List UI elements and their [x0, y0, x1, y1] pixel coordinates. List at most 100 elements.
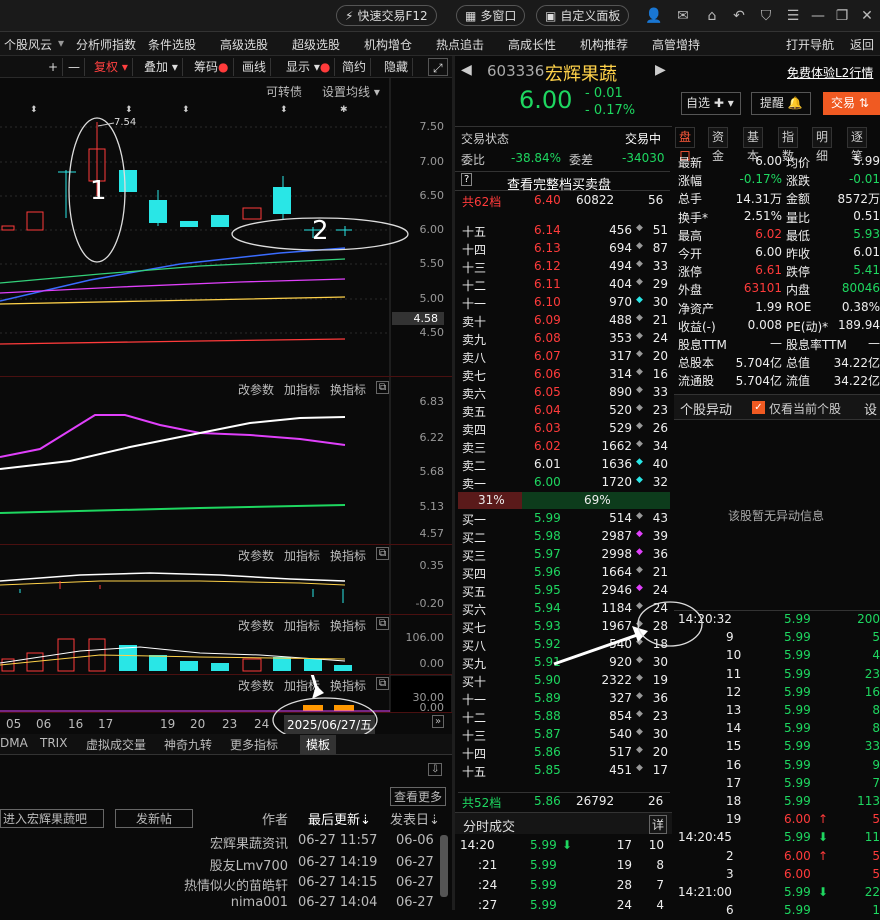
- prev-stock-icon[interactable]: ◀: [461, 62, 472, 78]
- menu-item[interactable]: 个股风云: [4, 36, 52, 53]
- scroll-right-icon[interactable]: »: [432, 715, 445, 728]
- ask-level-row[interactable]: 卖十 6.09 488 ◆ 21: [458, 312, 670, 330]
- tab-quote-4[interactable]: 明细: [812, 127, 833, 163]
- menu-item[interactable]: 高管增持: [652, 36, 700, 53]
- ask-level-row[interactable]: 卖三 6.02 1662 ◆ 34: [458, 438, 670, 456]
- last-update-header[interactable]: 最后更新⇣: [308, 809, 371, 828]
- bid-level-row[interactable]: 十二 5.88 854 ◆ 23: [458, 708, 670, 726]
- indicator-pane-2[interactable]: 改参数 加指标 换指标 ⧉ 6.83 6.22 5.68 5.13 4.57: [0, 376, 452, 545]
- restore-icon[interactable]: ❐: [833, 7, 851, 25]
- ask-level-row[interactable]: 卖一 6.00 1720 ◆ 32: [458, 474, 670, 492]
- shirt-icon[interactable]: ⛉: [757, 7, 775, 25]
- mail-icon[interactable]: ✉: [674, 7, 692, 25]
- tab-more-indicators[interactable]: 更多指标: [230, 736, 278, 753]
- indicator-pane-3[interactable]: 改参数 加指标 换指标 ⧉ 0.35 -0.20: [0, 544, 452, 615]
- l2-trial-link[interactable]: 免费体验L2行情: [787, 64, 873, 81]
- volume-pane[interactable]: 改参数 加指标 换指标 ⧉ 106.00 0.00: [0, 614, 452, 675]
- new-post-button[interactable]: 发新帖: [115, 809, 193, 828]
- menu-item[interactable]: 条件选股: [148, 36, 196, 53]
- minimize-icon[interactable]: —: [809, 7, 827, 25]
- fullscreen-icon[interactable]: ⤢: [428, 58, 448, 76]
- overlay-button[interactable]: 叠加 ▾: [140, 58, 183, 76]
- news-row[interactable]: 热情似火的苗皓轩 06-27 14:15 06-27: [0, 875, 440, 894]
- ask-level-row[interactable]: 卖九 6.08 353 ◆ 24: [458, 330, 670, 348]
- bid-level-row[interactable]: 十三 5.87 540 ◆ 30: [458, 726, 670, 744]
- menu-icon[interactable]: ☰: [784, 7, 802, 25]
- news-row[interactable]: 股友Lmv700 06-27 14:19 06-27: [0, 855, 440, 874]
- next-stock-icon[interactable]: ▶: [655, 62, 666, 78]
- post-date-header[interactable]: 发表日⇣: [390, 809, 440, 828]
- tab-virtual-volume[interactable]: 虚拟成交量: [86, 736, 146, 753]
- user-icon[interactable]: 👤: [645, 7, 663, 25]
- view-full-depth-button[interactable]: ? 查看完整档买卖盘: [455, 171, 670, 193]
- close-icon[interactable]: ✕: [858, 7, 876, 25]
- display-button[interactable]: 显示 ▾●: [282, 58, 336, 76]
- bid-level-row[interactable]: 买四 5.96 1664 ◆ 21: [458, 564, 670, 582]
- hide-button[interactable]: 隐藏: [380, 58, 414, 76]
- bid-level-row[interactable]: 十四 5.86 517 ◆ 20: [458, 744, 670, 762]
- tab-template[interactable]: 模板: [300, 735, 337, 754]
- simple-button[interactable]: 简约: [338, 58, 372, 76]
- back-button[interactable]: 返回: [850, 36, 874, 53]
- trade-button[interactable]: 交易 ⇅: [823, 92, 880, 115]
- ask-level-row[interactable]: 卖四 6.03 529 ◆ 26: [458, 420, 670, 438]
- ask-level-row[interactable]: 卖二 6.01 1636 ◆ 40: [458, 456, 670, 474]
- open-nav-button[interactable]: 打开导航: [786, 36, 834, 53]
- ask-level-row[interactable]: 卖五 6.04 520 ◆ 23: [458, 402, 670, 420]
- menu-item[interactable]: 机构推荐: [580, 36, 628, 53]
- tab-quote-1[interactable]: 资金: [708, 127, 729, 163]
- indicator-pane-5[interactable]: 改参数 加指标 换指标 ⧉ 30.00 0.00: [0, 674, 452, 714]
- ask-level-row[interactable]: 十二 6.11 404 ◆ 29: [458, 276, 670, 294]
- ask-level-row[interactable]: 卖六 6.05 890 ◆ 33: [458, 384, 670, 402]
- candlestick-pane[interactable]: 可转债 设置均线 ▾ ⬍ ⬍ ⬍ ⬍ ✱ 7.54 1 2 7.50 7.00 6.50…: [0, 78, 452, 376]
- news-row[interactable]: nima001 06-27 14:04 06-27: [0, 895, 440, 913]
- zoom-out-button[interactable]: —: [64, 58, 85, 76]
- bid-level-row[interactable]: 买二 5.98 2987 ◆ 39: [458, 528, 670, 546]
- tab-quote-5[interactable]: 逐笔: [847, 127, 868, 163]
- custom-panel-button[interactable]: ▣ 自定义面板: [536, 5, 630, 26]
- bid-level-row[interactable]: 十五 5.85 451 ◆ 17: [458, 762, 670, 780]
- ask-level-row[interactable]: 十四 6.13 694 ◆ 87: [458, 240, 670, 258]
- detail-button[interactable]: 详: [649, 815, 668, 834]
- ask-level-row[interactable]: 卖八 6.07 317 ◆ 20: [458, 348, 670, 366]
- zoom-in-button[interactable]: +: [44, 58, 64, 76]
- tab-dma[interactable]: DMA: [0, 736, 28, 750]
- chip-button[interactable]: 筹码●: [190, 58, 234, 76]
- ask-level-row[interactable]: 十三 6.12 494 ◆ 33: [458, 258, 670, 276]
- menu-item[interactable]: 机构增仓: [364, 36, 412, 53]
- quick-trade-button[interactable]: ⚡ 快速交易F12: [336, 5, 437, 26]
- restore-right-button[interactable]: 复权 ▾: [90, 58, 133, 76]
- bid-level-row[interactable]: 买十 5.90 2322 ◆ 19: [458, 672, 670, 690]
- undo-icon[interactable]: ↶: [730, 7, 748, 25]
- menu-item[interactable]: 高成长性: [508, 36, 556, 53]
- download-icon[interactable]: ⇩: [428, 763, 443, 776]
- dropdown-icon[interactable]: ▾: [58, 36, 64, 50]
- tab-quote-3[interactable]: 指数: [778, 127, 799, 163]
- menu-item[interactable]: 分析师指数: [76, 36, 136, 53]
- checkbox-checked[interactable]: ✓: [752, 401, 765, 414]
- bid-level-row[interactable]: 买一 5.99 514 ◆ 43: [458, 510, 670, 528]
- tab-quote-2[interactable]: 基本: [743, 127, 764, 163]
- news-scrollbar[interactable]: [440, 835, 448, 897]
- alert-button[interactable]: 提醒 🔔: [751, 92, 811, 115]
- enter-bar-button[interactable]: 进入宏辉果蔬吧: [0, 809, 104, 828]
- news-row[interactable]: 宏辉果蔬资讯 06-27 11:57 06-06: [0, 833, 440, 852]
- tab-magic-nine[interactable]: 神奇九转: [164, 736, 212, 753]
- bid-level-row[interactable]: 买三 5.97 2998 ◆ 36: [458, 546, 670, 564]
- menu-item[interactable]: 超级选股: [292, 36, 340, 53]
- view-more-button[interactable]: 查看更多: [390, 787, 447, 806]
- tab-quote-0[interactable]: 盘口: [675, 127, 696, 163]
- multi-window-button[interactable]: ▦ 多窗口: [456, 5, 526, 26]
- bid-level-row[interactable]: 十一 5.89 327 ◆ 36: [458, 690, 670, 708]
- watchlist-button[interactable]: 自选 ✚ ▾: [681, 92, 741, 115]
- tab-trix[interactable]: TRIX: [40, 736, 67, 750]
- home-icon[interactable]: ⌂: [703, 7, 721, 25]
- setting-button[interactable]: 设: [864, 399, 877, 418]
- ask-level-row[interactable]: 十一 6.10 970 ◆ 30: [458, 294, 670, 312]
- menu-item[interactable]: 热点追击: [436, 36, 484, 53]
- draw-line-button[interactable]: 画线: [238, 58, 272, 76]
- ask-level-row[interactable]: 十五 6.14 456 ◆ 51: [458, 222, 670, 240]
- price-change: - 0.01: [585, 86, 623, 101]
- ask-level-row[interactable]: 卖七 6.06 314 ◆ 16: [458, 366, 670, 384]
- menu-item[interactable]: 高级选股: [220, 36, 268, 53]
